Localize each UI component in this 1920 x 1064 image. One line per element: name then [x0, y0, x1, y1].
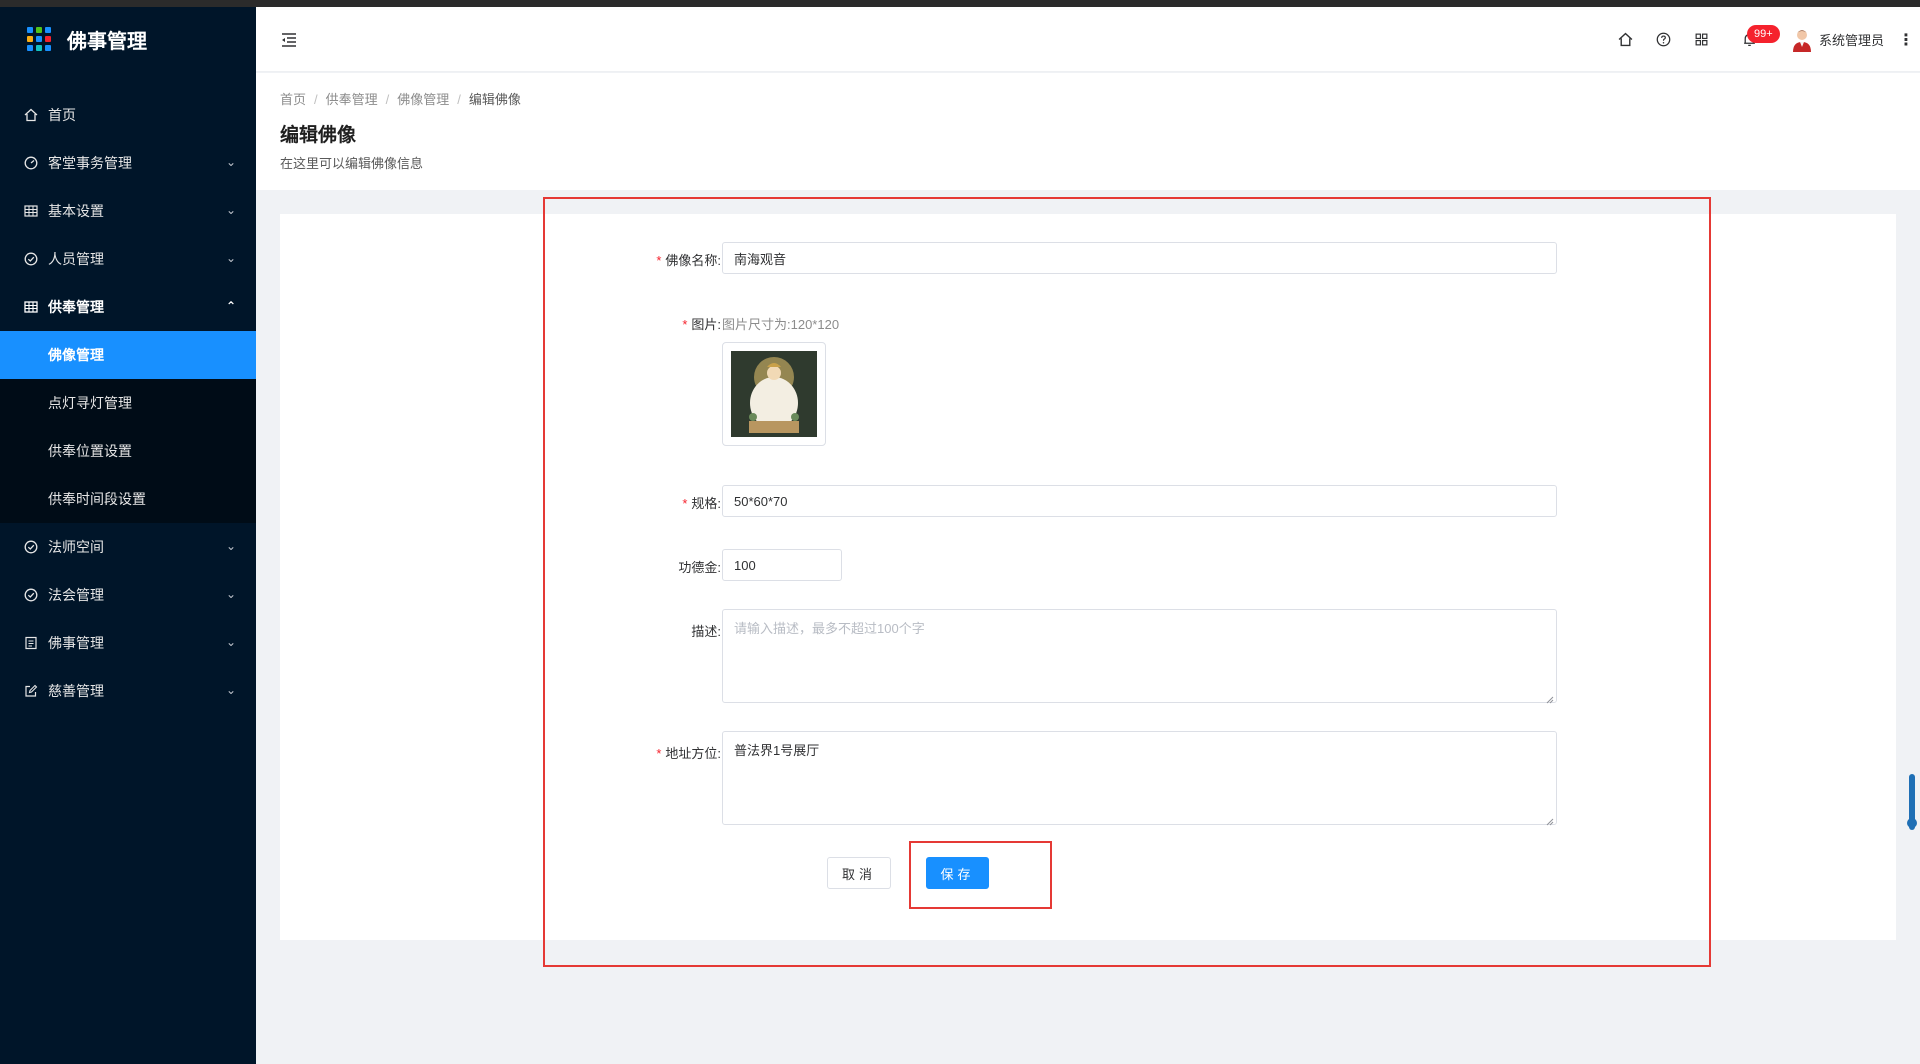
address-value: 普法界1号展厅 [734, 743, 820, 758]
user-menu[interactable]: 系统管理员 [1791, 28, 1884, 52]
image-size-hint: 图片尺寸为:120*120 [722, 317, 840, 332]
help-icon[interactable] [1645, 21, 1683, 59]
home-icon [24, 108, 38, 122]
avatar [1791, 28, 1813, 52]
breadcrumb-separator: / [314, 92, 318, 107]
merit-label: 功德金: [678, 560, 721, 575]
sidebar-menu: 首页 客堂事务管理 ⌄ 基本设置 ⌄ 人员管理 ⌄ 供奉管理 ⌃ 佛像管理 点灯… [0, 91, 256, 715]
menu-fold-icon[interactable] [280, 31, 298, 49]
sidebar: 佛事管理 首页 客堂事务管理 ⌄ 基本设置 ⌄ 人员管理 ⌄ 供奉管理 ⌃ 佛像… [0, 7, 256, 1064]
sidebar-item-personnel[interactable]: 人员管理 ⌄ [0, 235, 256, 283]
sidebar-item-label: 法会管理 [48, 587, 104, 603]
chevron-down-icon: ⌄ [225, 251, 236, 265]
spec-input[interactable]: 50*60*70 [722, 485, 1557, 517]
chevron-down-icon: ⌄ [225, 635, 236, 649]
more-vertical-icon[interactable]: ⋮ [1898, 30, 1914, 50]
resize-handle-icon[interactable] [1546, 814, 1554, 826]
sidebar-item-dharma-assembly[interactable]: 法会管理 ⌄ [0, 571, 256, 619]
edit-icon [24, 684, 38, 698]
resize-handle-icon[interactable] [1546, 692, 1554, 704]
merit-amount-input[interactable]: 100 [722, 549, 842, 581]
sidebar-item-home[interactable]: 首页 [0, 91, 256, 139]
sidebar-item-buddhist-affairs[interactable]: 佛事管理 ⌄ [0, 619, 256, 667]
sidebar-subitem-offering-periods[interactable]: 供奉时间段设置 [0, 475, 256, 523]
sidebar-item-charity[interactable]: 慈善管理 ⌄ [0, 667, 256, 715]
chevron-down-icon: ⌄ [225, 587, 236, 601]
chevron-up-icon: ⌃ [225, 299, 236, 313]
description-label: 描述: [691, 624, 721, 639]
top-header: 99+ 系统管理员 ⋮ [256, 7, 1920, 72]
profile-icon [24, 636, 38, 650]
check-circle-icon [24, 252, 38, 266]
sidebar-subitem-lamps[interactable]: 点灯寻灯管理 [0, 379, 256, 427]
check-circle-icon [24, 588, 38, 602]
cancel-button[interactable]: 取消 [827, 857, 891, 889]
statue-image [731, 351, 817, 437]
sidebar-submenu-offering: 佛像管理 点灯寻灯管理 供奉位置设置 供奉时间段设置 [0, 331, 256, 523]
sidebar-item-label: 供奉管理 [48, 299, 104, 315]
table-icon [24, 204, 38, 218]
chevron-down-icon: ⌄ [225, 155, 236, 169]
sidebar-subitem-buddha-statues[interactable]: 佛像管理 [0, 331, 256, 379]
sidebar-item-label: 慈善管理 [48, 683, 104, 699]
sidebar-item-label: 法师空间 [48, 539, 104, 555]
page-title: 编辑佛像 [280, 125, 357, 146]
description-placeholder: 请输入描述，最多不超过100个字 [734, 621, 925, 636]
form-card [280, 214, 1896, 940]
apps-icon[interactable] [1683, 21, 1721, 59]
app-logo[interactable]: 佛事管理 [0, 7, 256, 71]
breadcrumb-item-current: 编辑佛像 [468, 92, 521, 107]
address-label: * 地址方位: [656, 746, 721, 761]
sidebar-subitem-offering-locations[interactable]: 供奉位置设置 [0, 427, 256, 475]
name-label: * 佛像名称: [656, 253, 721, 268]
sidebar-item-label: 人员管理 [48, 251, 104, 267]
save-button[interactable]: 保存 [926, 857, 989, 889]
breadcrumb: 首页 / 供奉管理 / 佛像管理 / 编辑佛像 [280, 89, 1920, 108]
page-description: 在这里可以编辑佛像信息 [280, 156, 424, 171]
user-name: 系统管理员 [1818, 33, 1884, 48]
sidebar-item-offering[interactable]: 供奉管理 ⌃ [0, 283, 256, 331]
sidebar-item-reception[interactable]: 客堂事务管理 ⌄ [0, 139, 256, 187]
breadcrumb-item-statues[interactable]: 佛像管理 [397, 92, 449, 107]
image-label: * 图片: [682, 317, 721, 332]
sidebar-item-label: 首页 [48, 107, 76, 123]
notification-badge: 99+ [1746, 24, 1780, 43]
apps-grid-icon [27, 27, 51, 51]
sidebar-item-label: 客堂事务管理 [48, 155, 132, 171]
sidebar-item-master-space[interactable]: 法师空间 ⌄ [0, 523, 256, 571]
chevron-down-icon: ⌄ [225, 683, 236, 697]
sidebar-item-label: 佛事管理 [48, 635, 104, 651]
notification-bell-icon[interactable]: 99+ [1731, 21, 1780, 59]
app-title: 佛事管理 [67, 30, 147, 53]
breadcrumb-item-home[interactable]: 首页 [280, 92, 306, 107]
description-textarea[interactable]: 请输入描述，最多不超过100个字 [722, 609, 1557, 704]
header-actions: 99+ 系统管理员 ⋮ [1607, 7, 1920, 72]
breadcrumb-item-offering[interactable]: 供奉管理 [326, 92, 378, 107]
breadcrumb-separator: / [385, 92, 390, 107]
check-circle-icon [24, 540, 38, 554]
chevron-down-icon: ⌄ [225, 539, 236, 553]
scrollbar-dot [1907, 818, 1917, 828]
chevron-down-icon: ⌄ [225, 203, 236, 217]
sidebar-item-basic-settings[interactable]: 基本设置 ⌄ [0, 187, 256, 235]
sidebar-item-label: 基本设置 [48, 203, 104, 219]
breadcrumb-separator: / [457, 92, 461, 107]
page-header: 首页 / 供奉管理 / 佛像管理 / 编辑佛像 编辑佛像 在这里可以编辑佛像信息 [256, 73, 1920, 190]
dashboard-icon [24, 156, 38, 170]
address-textarea[interactable]: 普法界1号展厅 [722, 731, 1557, 826]
statue-name-input[interactable]: 南海观音 [722, 242, 1557, 274]
table-icon [24, 300, 38, 314]
window-top-bar [0, 0, 1920, 7]
spec-label: * 规格: [682, 496, 721, 511]
home-icon[interactable] [1607, 21, 1645, 59]
statue-image-upload[interactable] [722, 342, 826, 446]
